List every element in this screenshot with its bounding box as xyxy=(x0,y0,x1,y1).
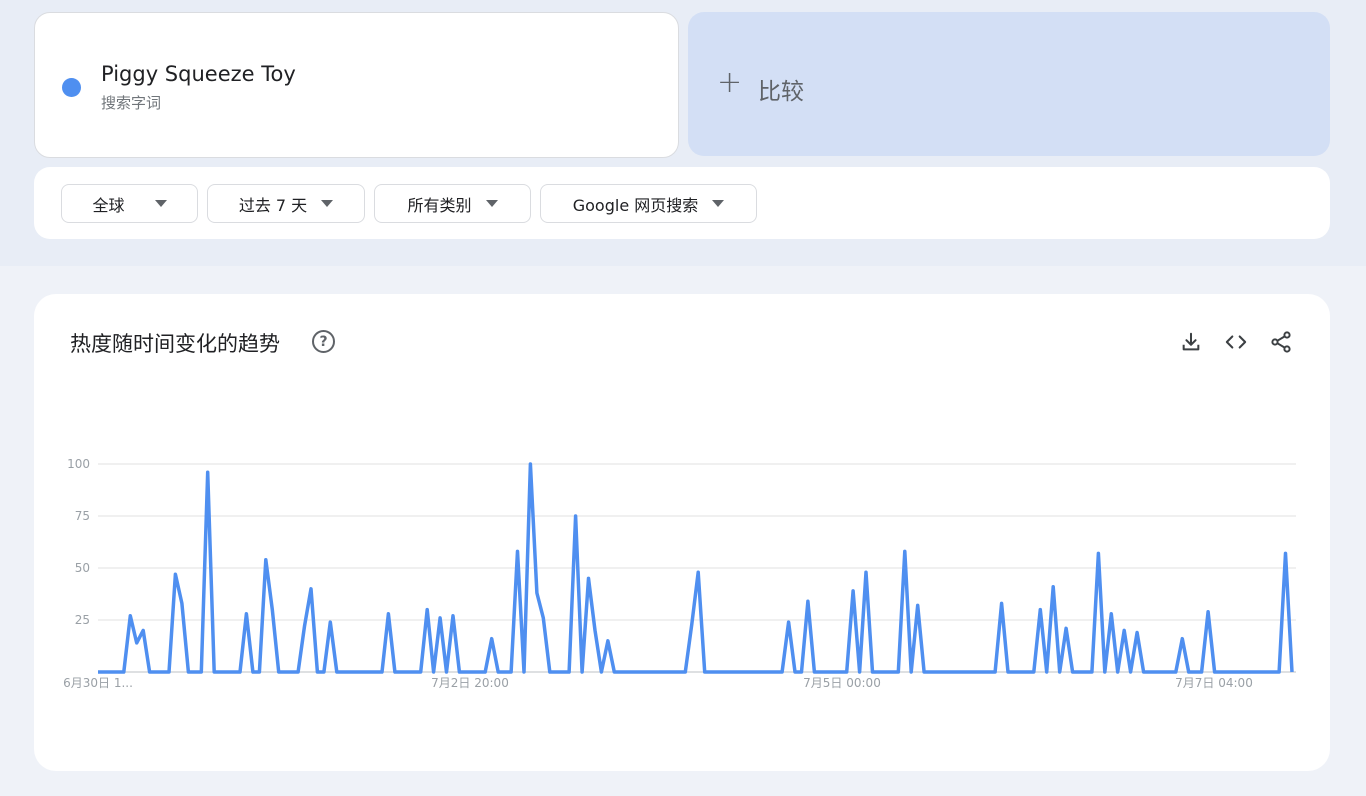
compare-label: 比较 xyxy=(758,79,804,105)
search-type-label: Google 网页搜索 xyxy=(572,195,699,215)
y-tick-label: 50 xyxy=(75,561,90,575)
series-color-dot xyxy=(62,78,81,97)
x-tick-label: 7月5日 00:00 xyxy=(803,676,881,690)
x-tick-label: 7月7日 04:00 xyxy=(1175,676,1253,690)
compare-button[interactable]: + 比较 xyxy=(688,12,1330,156)
y-tick-label: 25 xyxy=(75,613,90,627)
category-dropdown[interactable]: 所有类别 xyxy=(374,184,531,223)
y-tick-label: 100 xyxy=(67,457,90,471)
caret-down-icon xyxy=(485,200,498,207)
search-type-dropdown[interactable]: Google 网页搜索 xyxy=(540,184,757,223)
time-range-label: 过去 7 天 xyxy=(238,195,308,215)
search-term-card[interactable]: Piggy Squeeze Toy 搜索字词 xyxy=(34,12,679,158)
y-tick-label: 75 xyxy=(75,509,90,523)
region-label: 全球 xyxy=(92,195,125,215)
time-range-dropdown[interactable]: 过去 7 天 xyxy=(207,184,365,223)
plus-icon: + xyxy=(717,65,743,100)
filter-bar: 全球 过去 7 天 所有类别 Google 网页搜索 xyxy=(34,167,1330,239)
search-term-type: 搜索字词 xyxy=(101,94,162,112)
region-dropdown[interactable]: 全球 xyxy=(61,184,198,223)
x-tick-label: 6月30日 1... xyxy=(63,676,133,690)
trend-chart: 25 50 75 100 6月30日 1... 7月2日 20:00 7月5日 00:00 7… xyxy=(63,457,1296,690)
x-tick-label: 7月2日 20:00 xyxy=(431,676,509,690)
interest-over-time-card: 热度随时间变化的趋势 ? 25 50 75 100 6月30日 1... 7月2日 20:… xyxy=(34,294,1330,771)
caret-down-icon xyxy=(154,200,167,207)
search-term-name[interactable]: Piggy Squeeze Toy xyxy=(101,62,296,86)
caret-down-icon xyxy=(712,200,725,207)
caret-down-icon xyxy=(321,200,334,207)
category-label: 所有类别 xyxy=(407,195,472,215)
